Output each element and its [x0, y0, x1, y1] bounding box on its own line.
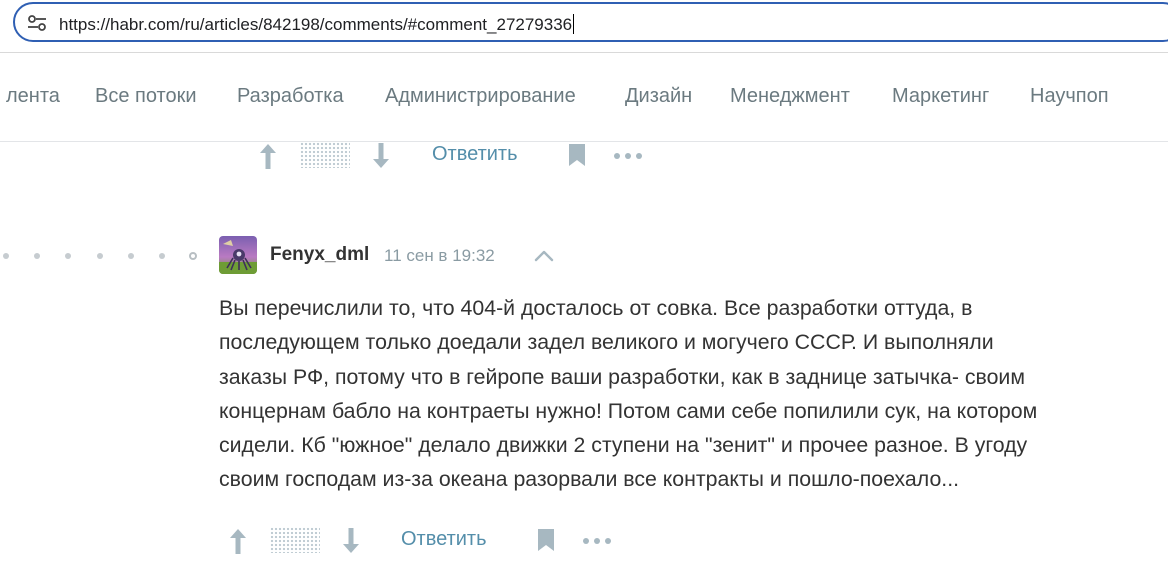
nav-item-development[interactable]: Разработка [237, 85, 344, 108]
nav-item-design[interactable]: Дизайн [625, 85, 692, 108]
nav-item-feed[interactable]: лента [6, 85, 60, 108]
bookmark-icon[interactable] [568, 143, 586, 167]
arrow-down-icon[interactable] [371, 142, 391, 170]
arrow-up-icon[interactable] [258, 142, 278, 170]
avatar[interactable] [219, 236, 257, 274]
bookmark-icon[interactable] [537, 528, 555, 552]
arrow-down-icon[interactable] [341, 527, 361, 555]
tune-icon[interactable] [27, 14, 47, 32]
reply-link[interactable]: Ответить [432, 143, 518, 166]
thread-dot [3, 253, 9, 259]
comment-timestamp[interactable]: 11 сен в 19:32 [384, 246, 495, 266]
score-placeholder [270, 527, 320, 553]
nav-item-management[interactable]: Менеджмент [730, 85, 850, 108]
text-caret [573, 14, 575, 34]
previous-comment-actions: Ответить [258, 141, 658, 175]
arrow-up-icon[interactable] [228, 527, 248, 555]
more-dots-icon[interactable] [613, 152, 643, 160]
thread-dot [97, 253, 103, 259]
comment-line: концернам бабло на контраеты нужно! Пото… [219, 398, 1038, 423]
thread-dot [34, 253, 40, 259]
comment-line: последующем только доедали задел великог… [219, 330, 994, 355]
score-placeholder [300, 142, 350, 168]
thread-dot [159, 253, 165, 259]
reply-link[interactable]: Ответить [401, 528, 487, 551]
nav-item-all-flows[interactable]: Все потоки [95, 85, 197, 108]
comment-author[interactable]: Fenyx_dml [270, 244, 369, 266]
thread-dot [65, 253, 71, 259]
nav-item-popular-science[interactable]: Научпоп [1030, 85, 1109, 108]
browser-address-bar: https://habr.com/ru/articles/842198/comm… [0, 0, 1168, 53]
comment-line: сидели. Кб "южное" делало движки 2 ступе… [219, 433, 1028, 458]
comment-actions: Ответить [228, 526, 628, 560]
comment-line: своим господам из-за океана разорвали вс… [219, 467, 960, 492]
url-field[interactable]: https://habr.com/ru/articles/842198/comm… [13, 2, 1168, 42]
thread-dot [128, 253, 134, 259]
flows-navigation: лента Все потоки Разработка Администриро… [0, 53, 1168, 142]
chevron-up-icon[interactable] [533, 246, 555, 266]
nav-item-marketing[interactable]: Маркетинг [892, 85, 989, 108]
comment-body: Вы перечислили то, что 404-й досталось о… [219, 291, 1149, 497]
nav-item-administration[interactable]: Администрирование [385, 85, 576, 108]
more-dots-icon[interactable] [582, 537, 612, 545]
thread-branch-marker[interactable] [189, 252, 197, 260]
comment-line: Вы перечислили то, что 404-й досталось о… [219, 296, 973, 320]
comment-line: заказы РФ, потому что в гейропе ваши раз… [219, 364, 1025, 389]
url-text[interactable]: https://habr.com/ru/articles/842198/comm… [59, 14, 575, 35]
